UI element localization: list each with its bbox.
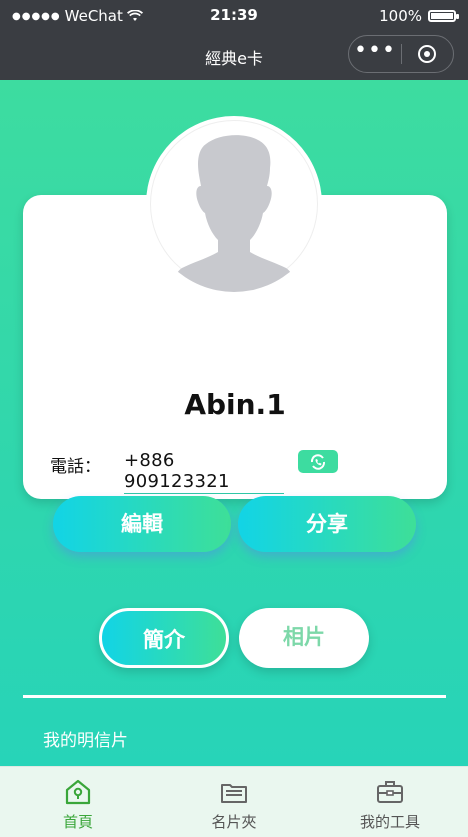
bottom-tab-bar: 首頁 名片夾 我的工具 [0, 766, 468, 837]
person-silhouette-icon [172, 135, 296, 292]
tab-card-folder[interactable]: 名片夾 [156, 767, 312, 837]
avatar[interactable] [146, 116, 322, 292]
postcard-section-title: 我的明信片 [43, 731, 128, 751]
battery-level [431, 13, 453, 19]
call-button[interactable] [298, 450, 338, 473]
phone-label: 電話： [50, 457, 101, 477]
edit-card-button[interactable]: 編輯 [53, 496, 231, 552]
tab-intro[interactable]: 簡介 [99, 608, 229, 668]
tab-home[interactable]: 首頁 [0, 767, 156, 837]
tab-card-folder-label: 名片夾 [211, 813, 257, 831]
tab-photos[interactable]: 相片 [239, 608, 369, 668]
battery-percent: 100% [379, 7, 422, 25]
phone-call-icon [310, 453, 326, 470]
tab-my-tools[interactable]: 我的工具 [312, 767, 468, 837]
navigation-bar: 經典e卡 ••• [0, 32, 468, 80]
battery-icon [428, 10, 459, 22]
home-icon [65, 779, 91, 805]
phone-number[interactable]: +886 909123321 [124, 450, 284, 494]
close-mini-program-button[interactable] [402, 45, 453, 63]
toolbox-icon [377, 781, 403, 803]
tab-home-label: 首頁 [62, 813, 93, 831]
tab-my-tools-label: 我的工具 [359, 813, 420, 831]
more-dots-icon[interactable]: ••• [349, 40, 401, 62]
card-folder-icon [221, 784, 247, 803]
share-card-button[interactable]: 分享 [238, 496, 416, 552]
profile-name: Abin.1 [184, 388, 286, 421]
status-bar: ●●●●● WeChat 21:39 100% [0, 0, 468, 32]
target-icon [418, 45, 437, 63]
main-content: Abin.1 電話： +886 909123321 編輯 分享 簡介 相片 我的… [0, 80, 468, 766]
mini-program-capsule: ••• [348, 35, 454, 73]
section-divider [23, 695, 446, 698]
